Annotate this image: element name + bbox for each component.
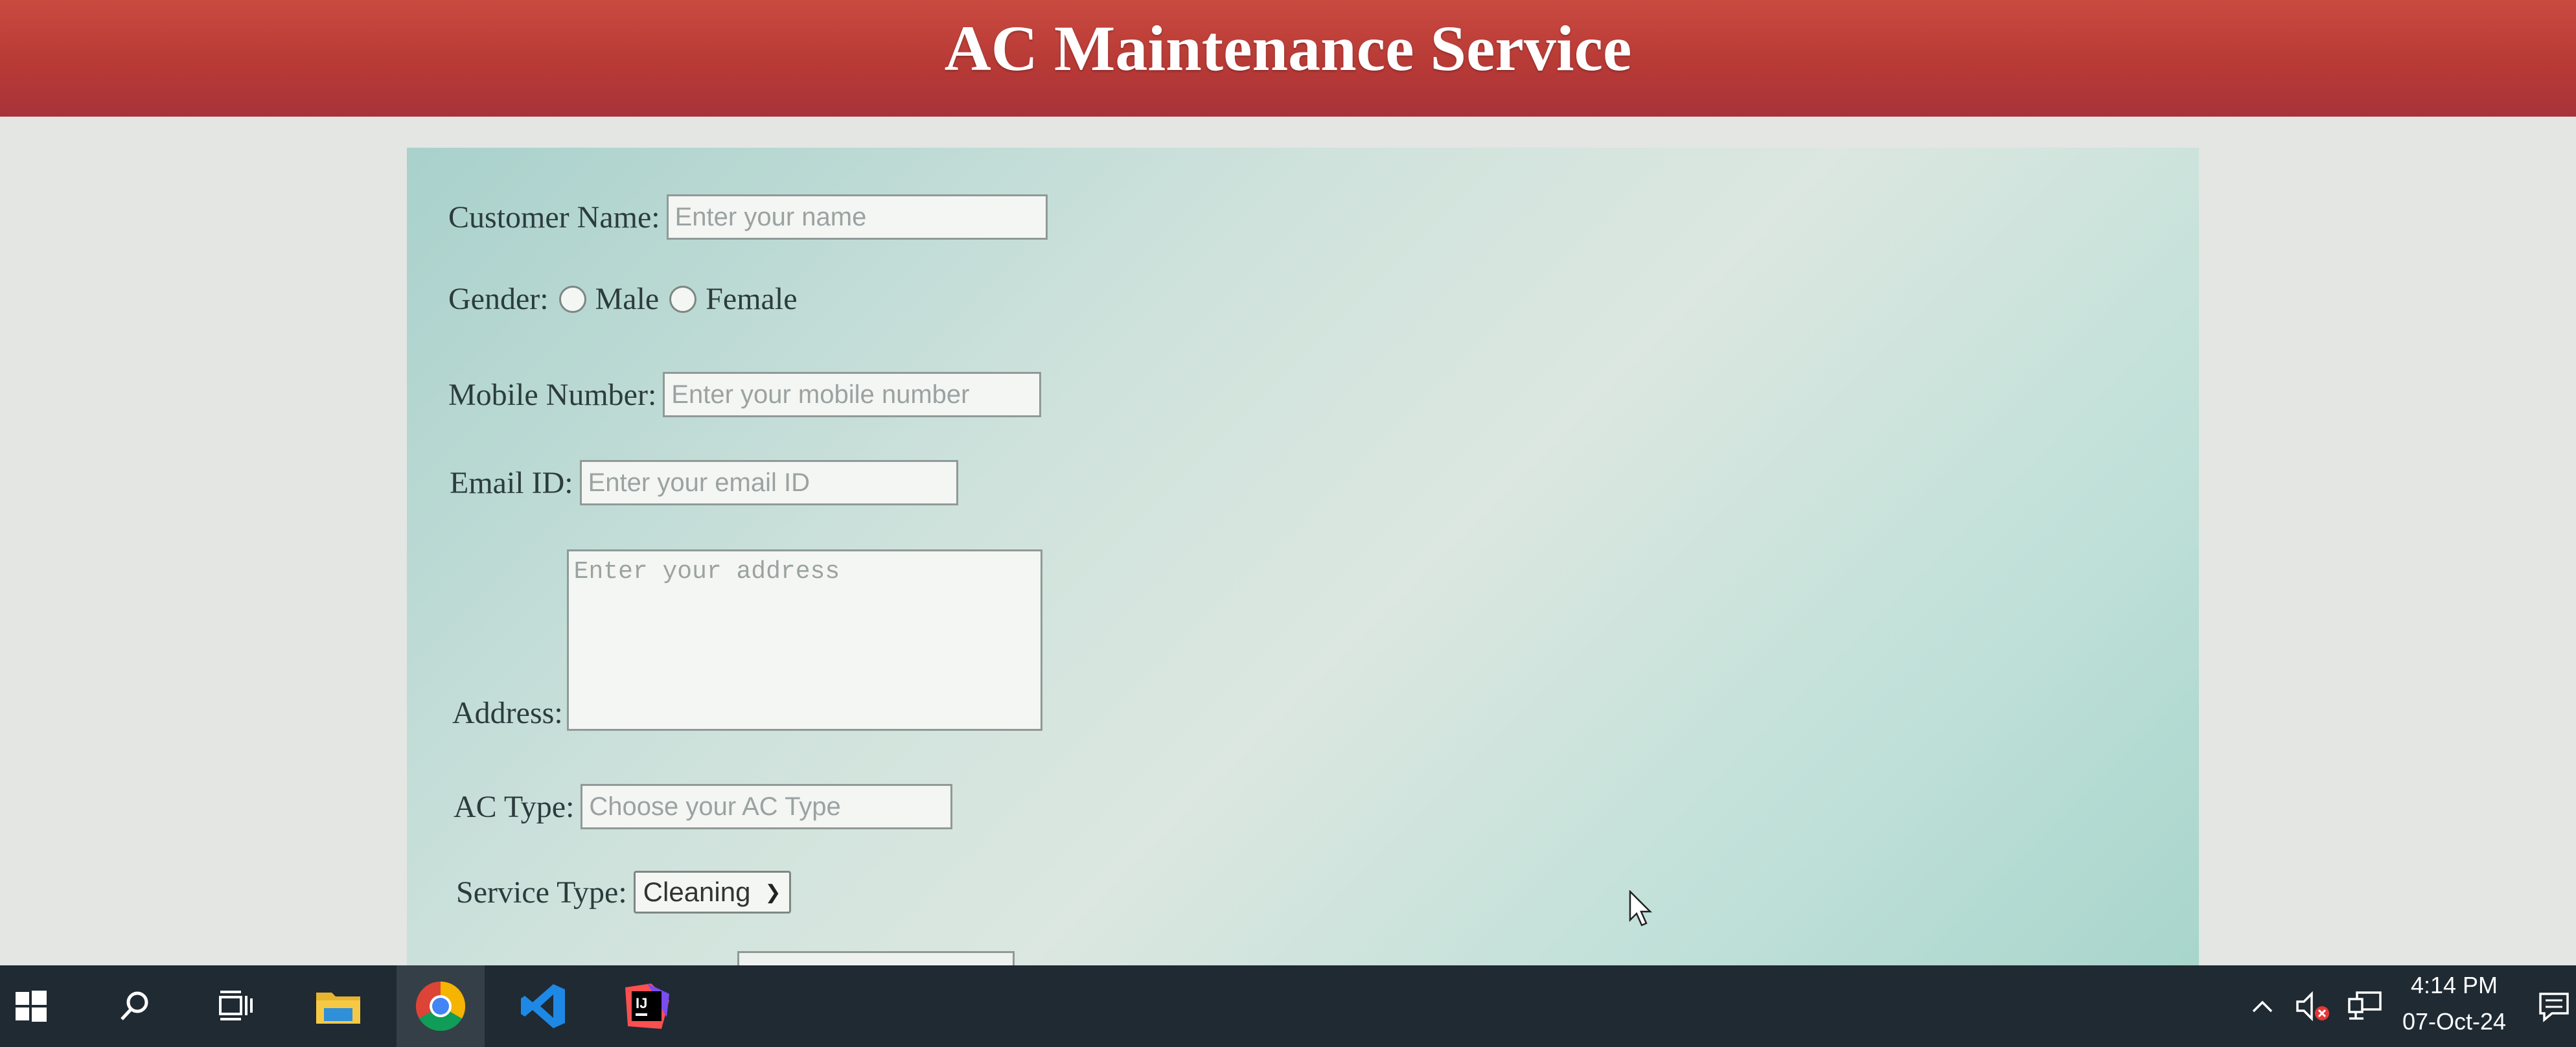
email-row: Email ID:: [450, 460, 958, 505]
ac-type-label: AC Type:: [454, 789, 575, 824]
task-view-icon[interactable]: [205, 965, 267, 1047]
notification-icon[interactable]: [2532, 965, 2576, 1047]
address-label: Address:: [452, 696, 563, 730]
gender-female-radio[interactable]: [669, 285, 697, 313]
chevron-down-icon: ❯: [765, 881, 781, 903]
vscode-icon[interactable]: [509, 965, 577, 1047]
gender-male-radio[interactable]: [558, 285, 586, 313]
gender-row: Gender: Male Female: [448, 281, 798, 317]
address-textarea[interactable]: [566, 549, 1042, 731]
mobile-input[interactable]: [663, 372, 1042, 417]
mobile-row: Mobile Number:: [448, 372, 1042, 417]
email-input[interactable]: [579, 460, 958, 505]
gender-male-label: Male: [595, 282, 660, 316]
network-icon[interactable]: [2340, 965, 2389, 1047]
mobile-label: Mobile Number:: [448, 377, 657, 412]
service-type-label: Service Type:: [456, 875, 627, 910]
file-explorer-icon[interactable]: [305, 965, 372, 1047]
search-icon[interactable]: [104, 965, 166, 1047]
intellij-icon[interactable]: IJ: [613, 965, 680, 1047]
booking-form: Customer Name: Gender: Male Female Mobil…: [407, 148, 2199, 967]
service-type-select[interactable]: Cleaning ❯: [633, 871, 791, 914]
gender-label: Gender:: [448, 282, 549, 316]
address-row: Address:: [452, 549, 1042, 731]
customer-name-input[interactable]: [666, 194, 1048, 240]
mouse-cursor-icon: [1629, 890, 1653, 926]
ac-type-input[interactable]: [581, 784, 953, 829]
volume-muted-icon[interactable]: [2290, 965, 2336, 1047]
chrome-icon[interactable]: [397, 965, 485, 1047]
customer-name-row: Customer Name:: [448, 194, 1048, 240]
customer-name-label: Customer Name:: [448, 200, 660, 235]
page-header: AC Maintenance Service: [0, 0, 2576, 117]
gender-female-label: Female: [706, 282, 798, 316]
windows-start-icon[interactable]: [0, 965, 62, 1047]
clock-date[interactable]: 07-Oct-24: [2391, 1008, 2518, 1035]
email-label: Email ID:: [450, 465, 573, 500]
chevron-up-icon[interactable]: [2243, 965, 2282, 1047]
page-title: AC Maintenance Service: [944, 12, 1632, 84]
taskbar: IJ 4:14 PM 07-Oct-24: [0, 965, 2576, 1047]
svg-text:IJ: IJ: [636, 995, 647, 1011]
service-type-value: Cleaning: [643, 877, 751, 907]
ac-type-row: AC Type:: [454, 784, 953, 829]
service-type-row: Service Type: Cleaning ❯: [456, 871, 791, 914]
clock-time[interactable]: 4:14 PM: [2391, 972, 2518, 999]
